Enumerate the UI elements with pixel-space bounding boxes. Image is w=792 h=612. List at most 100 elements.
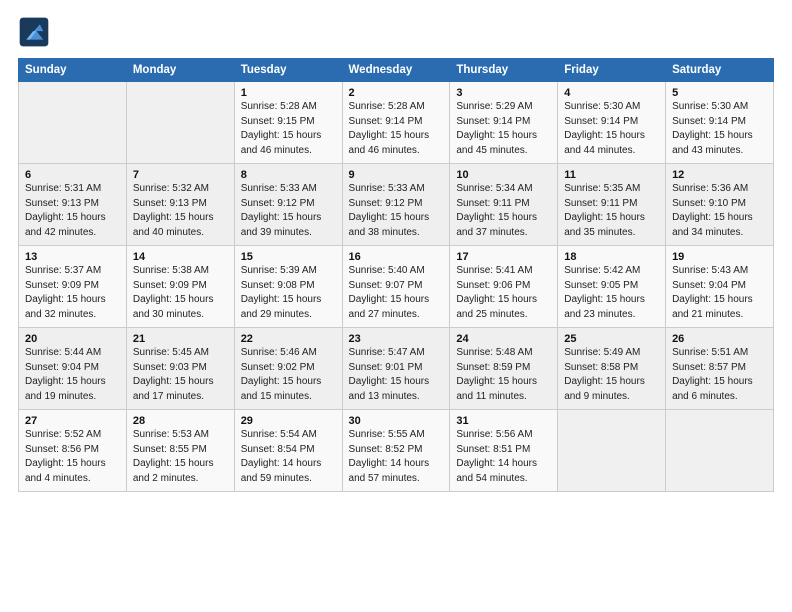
- day-info: Sunrise: 5:35 AM Sunset: 9:11 PM Dayligh…: [564, 182, 659, 240]
- calendar-cell: 3Sunrise: 5:29 AM Sunset: 9:14 PM Daylig…: [450, 82, 558, 164]
- day-info: Sunrise: 5:33 AM Sunset: 9:12 PM Dayligh…: [241, 182, 336, 240]
- day-number: 8: [241, 169, 336, 181]
- day-info: Sunrise: 5:55 AM Sunset: 8:52 PM Dayligh…: [349, 428, 444, 486]
- weekday-header: Wednesday: [342, 59, 450, 82]
- day-info: Sunrise: 5:53 AM Sunset: 8:55 PM Dayligh…: [133, 428, 228, 486]
- calendar-cell: 30Sunrise: 5:55 AM Sunset: 8:52 PM Dayli…: [342, 410, 450, 492]
- calendar-cell: 15Sunrise: 5:39 AM Sunset: 9:08 PM Dayli…: [234, 246, 342, 328]
- calendar-cell: 8Sunrise: 5:33 AM Sunset: 9:12 PM Daylig…: [234, 164, 342, 246]
- day-number: 11: [564, 169, 659, 181]
- calendar-cell: [666, 410, 774, 492]
- day-number: 18: [564, 251, 659, 263]
- calendar-cell: 18Sunrise: 5:42 AM Sunset: 9:05 PM Dayli…: [558, 246, 666, 328]
- day-info: Sunrise: 5:52 AM Sunset: 8:56 PM Dayligh…: [25, 428, 120, 486]
- day-number: 31: [456, 415, 551, 427]
- day-info: Sunrise: 5:30 AM Sunset: 9:14 PM Dayligh…: [672, 100, 767, 158]
- calendar-cell: 9Sunrise: 5:33 AM Sunset: 9:12 PM Daylig…: [342, 164, 450, 246]
- calendar-cell: 2Sunrise: 5:28 AM Sunset: 9:14 PM Daylig…: [342, 82, 450, 164]
- day-info: Sunrise: 5:48 AM Sunset: 8:59 PM Dayligh…: [456, 346, 551, 404]
- day-number: 17: [456, 251, 551, 263]
- calendar-cell: 13Sunrise: 5:37 AM Sunset: 9:09 PM Dayli…: [19, 246, 127, 328]
- day-number: 7: [133, 169, 228, 181]
- day-number: 29: [241, 415, 336, 427]
- calendar-cell: 17Sunrise: 5:41 AM Sunset: 9:06 PM Dayli…: [450, 246, 558, 328]
- weekday-header: Friday: [558, 59, 666, 82]
- day-number: 22: [241, 333, 336, 345]
- calendar-cell: 6Sunrise: 5:31 AM Sunset: 9:13 PM Daylig…: [19, 164, 127, 246]
- day-info: Sunrise: 5:54 AM Sunset: 8:54 PM Dayligh…: [241, 428, 336, 486]
- day-number: 26: [672, 333, 767, 345]
- calendar-cell: 25Sunrise: 5:49 AM Sunset: 8:58 PM Dayli…: [558, 328, 666, 410]
- calendar-cell: 12Sunrise: 5:36 AM Sunset: 9:10 PM Dayli…: [666, 164, 774, 246]
- day-number: 21: [133, 333, 228, 345]
- day-info: Sunrise: 5:41 AM Sunset: 9:06 PM Dayligh…: [456, 264, 551, 322]
- day-info: Sunrise: 5:32 AM Sunset: 9:13 PM Dayligh…: [133, 182, 228, 240]
- day-info: Sunrise: 5:40 AM Sunset: 9:07 PM Dayligh…: [349, 264, 444, 322]
- day-info: Sunrise: 5:38 AM Sunset: 9:09 PM Dayligh…: [133, 264, 228, 322]
- calendar-cell: 26Sunrise: 5:51 AM Sunset: 8:57 PM Dayli…: [666, 328, 774, 410]
- calendar-cell: 23Sunrise: 5:47 AM Sunset: 9:01 PM Dayli…: [342, 328, 450, 410]
- day-info: Sunrise: 5:28 AM Sunset: 9:15 PM Dayligh…: [241, 100, 336, 158]
- day-number: 23: [349, 333, 444, 345]
- day-number: 12: [672, 169, 767, 181]
- day-number: 9: [349, 169, 444, 181]
- weekday-header: Sunday: [19, 59, 127, 82]
- day-info: Sunrise: 5:51 AM Sunset: 8:57 PM Dayligh…: [672, 346, 767, 404]
- day-number: 25: [564, 333, 659, 345]
- day-info: Sunrise: 5:46 AM Sunset: 9:02 PM Dayligh…: [241, 346, 336, 404]
- calendar-cell: 21Sunrise: 5:45 AM Sunset: 9:03 PM Dayli…: [126, 328, 234, 410]
- calendar-week-row: 13Sunrise: 5:37 AM Sunset: 9:09 PM Dayli…: [19, 246, 774, 328]
- day-info: Sunrise: 5:45 AM Sunset: 9:03 PM Dayligh…: [133, 346, 228, 404]
- calendar-cell: 31Sunrise: 5:56 AM Sunset: 8:51 PM Dayli…: [450, 410, 558, 492]
- day-number: 15: [241, 251, 336, 263]
- calendar-cell: [126, 82, 234, 164]
- day-number: 5: [672, 87, 767, 99]
- calendar-cell: [19, 82, 127, 164]
- calendar-cell: 27Sunrise: 5:52 AM Sunset: 8:56 PM Dayli…: [19, 410, 127, 492]
- calendar-cell: 4Sunrise: 5:30 AM Sunset: 9:14 PM Daylig…: [558, 82, 666, 164]
- calendar-week-row: 6Sunrise: 5:31 AM Sunset: 9:13 PM Daylig…: [19, 164, 774, 246]
- day-number: 30: [349, 415, 444, 427]
- day-number: 28: [133, 415, 228, 427]
- day-info: Sunrise: 5:47 AM Sunset: 9:01 PM Dayligh…: [349, 346, 444, 404]
- day-number: 14: [133, 251, 228, 263]
- calendar-table: SundayMondayTuesdayWednesdayThursdayFrid…: [18, 58, 774, 492]
- calendar-cell: 28Sunrise: 5:53 AM Sunset: 8:55 PM Dayli…: [126, 410, 234, 492]
- weekday-header: Thursday: [450, 59, 558, 82]
- day-number: 27: [25, 415, 120, 427]
- day-info: Sunrise: 5:30 AM Sunset: 9:14 PM Dayligh…: [564, 100, 659, 158]
- day-info: Sunrise: 5:33 AM Sunset: 9:12 PM Dayligh…: [349, 182, 444, 240]
- weekday-header: Saturday: [666, 59, 774, 82]
- calendar-cell: 11Sunrise: 5:35 AM Sunset: 9:11 PM Dayli…: [558, 164, 666, 246]
- day-info: Sunrise: 5:49 AM Sunset: 8:58 PM Dayligh…: [564, 346, 659, 404]
- day-number: 16: [349, 251, 444, 263]
- calendar-cell: 29Sunrise: 5:54 AM Sunset: 8:54 PM Dayli…: [234, 410, 342, 492]
- day-info: Sunrise: 5:36 AM Sunset: 9:10 PM Dayligh…: [672, 182, 767, 240]
- day-number: 4: [564, 87, 659, 99]
- day-number: 19: [672, 251, 767, 263]
- calendar-week-row: 20Sunrise: 5:44 AM Sunset: 9:04 PM Dayli…: [19, 328, 774, 410]
- day-number: 10: [456, 169, 551, 181]
- calendar-cell: [558, 410, 666, 492]
- day-info: Sunrise: 5:37 AM Sunset: 9:09 PM Dayligh…: [25, 264, 120, 322]
- calendar-cell: 14Sunrise: 5:38 AM Sunset: 9:09 PM Dayli…: [126, 246, 234, 328]
- day-info: Sunrise: 5:43 AM Sunset: 9:04 PM Dayligh…: [672, 264, 767, 322]
- day-info: Sunrise: 5:56 AM Sunset: 8:51 PM Dayligh…: [456, 428, 551, 486]
- day-info: Sunrise: 5:44 AM Sunset: 9:04 PM Dayligh…: [25, 346, 120, 404]
- calendar-cell: 10Sunrise: 5:34 AM Sunset: 9:11 PM Dayli…: [450, 164, 558, 246]
- day-number: 3: [456, 87, 551, 99]
- day-info: Sunrise: 5:34 AM Sunset: 9:11 PM Dayligh…: [456, 182, 551, 240]
- day-info: Sunrise: 5:31 AM Sunset: 9:13 PM Dayligh…: [25, 182, 120, 240]
- weekday-header: Monday: [126, 59, 234, 82]
- calendar-cell: 22Sunrise: 5:46 AM Sunset: 9:02 PM Dayli…: [234, 328, 342, 410]
- page-header: [18, 16, 774, 48]
- calendar-cell: 5Sunrise: 5:30 AM Sunset: 9:14 PM Daylig…: [666, 82, 774, 164]
- weekday-header: Tuesday: [234, 59, 342, 82]
- calendar-cell: 20Sunrise: 5:44 AM Sunset: 9:04 PM Dayli…: [19, 328, 127, 410]
- calendar-week-row: 1Sunrise: 5:28 AM Sunset: 9:15 PM Daylig…: [19, 82, 774, 164]
- day-info: Sunrise: 5:42 AM Sunset: 9:05 PM Dayligh…: [564, 264, 659, 322]
- calendar-header-row: SundayMondayTuesdayWednesdayThursdayFrid…: [19, 59, 774, 82]
- day-number: 24: [456, 333, 551, 345]
- calendar-cell: 19Sunrise: 5:43 AM Sunset: 9:04 PM Dayli…: [666, 246, 774, 328]
- calendar-cell: 16Sunrise: 5:40 AM Sunset: 9:07 PM Dayli…: [342, 246, 450, 328]
